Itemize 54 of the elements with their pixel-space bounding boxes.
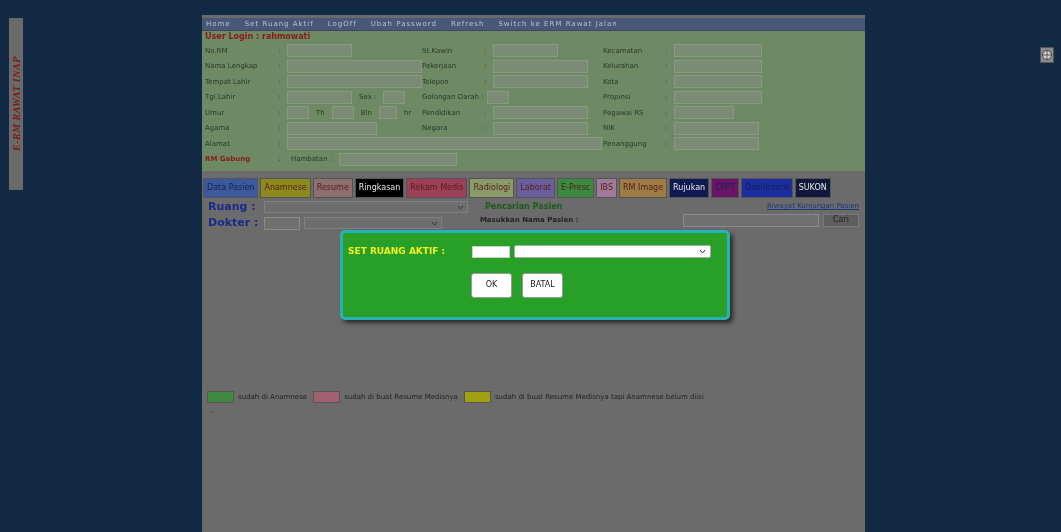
room-code-field[interactable]	[472, 245, 510, 258]
input-field[interactable]	[674, 59, 762, 73]
input-field[interactable]	[331, 106, 354, 120]
cancel-button[interactable]: BATAL	[522, 272, 563, 298]
tab[interactable]: E-Presc	[557, 178, 595, 198]
search-field[interactable]	[683, 213, 819, 227]
input-field[interactable]	[287, 121, 377, 135]
chevron-down-icon	[457, 204, 464, 210]
input-field[interactable]	[674, 121, 759, 135]
tab[interactable]: Rujukan	[669, 178, 710, 198]
input-field[interactable]	[493, 44, 558, 58]
input-field[interactable]	[674, 75, 762, 89]
tab[interactable]: Anamnese	[260, 178, 311, 198]
dokter-code-field[interactable]	[264, 216, 300, 230]
input-field[interactable]	[287, 106, 309, 120]
user-login-text: User Login : rahmowati	[202, 31, 865, 43]
ruang-select[interactable]	[264, 201, 468, 213]
ruang-label: Ruang :	[208, 198, 257, 215]
input-field[interactable]	[287, 59, 422, 73]
input-field[interactable]	[674, 44, 762, 58]
tab[interactable]: SUKON	[794, 178, 831, 198]
dialog-title: SET RUANG AKTIF :	[348, 245, 447, 258]
input-field[interactable]	[674, 137, 759, 151]
input-field[interactable]	[339, 152, 458, 166]
tab[interactable]: RM Image	[619, 178, 668, 198]
tab[interactable]: IBS	[596, 178, 618, 198]
input-field[interactable]	[493, 106, 588, 120]
input-field[interactable]	[493, 75, 588, 89]
input-field[interactable]	[674, 90, 762, 104]
input-field[interactable]	[486, 90, 509, 104]
input-field[interactable]	[287, 44, 352, 58]
ok-button[interactable]: OK	[471, 272, 512, 298]
chevron-down-icon	[699, 249, 706, 255]
input-field[interactable]	[287, 137, 602, 151]
input-field[interactable]	[674, 106, 734, 120]
input-field[interactable]	[493, 121, 588, 135]
tab[interactable]: Rekam Medis	[406, 178, 468, 198]
dokter-label: Dokter :	[208, 214, 260, 231]
input-field[interactable]	[493, 59, 588, 73]
input-field[interactable]	[287, 75, 422, 89]
tab[interactable]: Laborat	[516, 178, 555, 198]
tab[interactable]: Resume	[312, 178, 353, 198]
app-title: E-RM RAWAT INAP	[9, 18, 23, 190]
input-field[interactable]	[378, 106, 397, 120]
tab[interactable]: Radiologi	[469, 178, 515, 198]
room-select[interactable]	[514, 245, 711, 259]
search-title: Pencarian Pasien	[483, 202, 564, 212]
tab[interactable]: Ringkasan	[354, 178, 405, 198]
chevron-down-icon	[431, 220, 438, 226]
input-field[interactable]	[383, 90, 406, 104]
tab[interactable]: Data Pasien	[203, 178, 259, 198]
input-field[interactable]	[287, 90, 352, 104]
globe-icon[interactable]	[1040, 47, 1054, 63]
dokter-select[interactable]	[304, 217, 442, 229]
